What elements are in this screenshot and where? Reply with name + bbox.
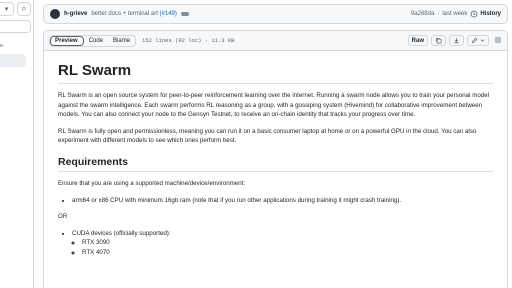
chevron-down-icon xyxy=(480,39,485,42)
commit-message[interactable]: better docs + terminal art (#149) xyxy=(91,11,177,17)
cuda-label: CUDA devices (officially supported): xyxy=(72,229,171,237)
pencil-icon xyxy=(471,37,478,44)
download-icon[interactable] xyxy=(449,35,464,46)
readme-paragraph: RL Swarm is an open source system for pe… xyxy=(58,92,490,119)
file-actions: Raw xyxy=(407,35,502,46)
requirements-heading: Requirements xyxy=(58,156,493,172)
readme-title: RL Swarm xyxy=(58,62,493,84)
branch-dropdown[interactable]: ▾ xyxy=(0,2,14,16)
tab-blame[interactable]: Blame xyxy=(108,36,135,46)
history-label: History xyxy=(480,11,501,17)
search-icon[interactable]: ⌕ xyxy=(17,2,31,16)
commit-time: last week xyxy=(442,11,468,17)
readme-paragraph: RL Swarm is fully open and permissionles… xyxy=(58,127,477,145)
history-icon xyxy=(470,10,478,18)
list-item: CUDA devices (officially supported): RTX… xyxy=(72,229,493,258)
or-text: OR xyxy=(58,213,68,221)
commit-separator: · xyxy=(437,11,440,17)
commit-meta: 9a268da · last week History xyxy=(411,10,501,18)
file-filter-input[interactable] xyxy=(0,20,31,33)
commit-hash[interactable]: 9a268da xyxy=(411,11,434,17)
requirements-list: arm64 or x86 CPU with minimum 16gb ram (… xyxy=(58,196,493,206)
history-button[interactable]: History xyxy=(470,10,501,18)
commit-message-text[interactable]: better docs + terminal art xyxy=(91,11,158,17)
readme-content: RL Swarm RL Swarm is an open source syst… xyxy=(44,51,507,275)
sidebar-text-fragment: e. xyxy=(0,43,5,49)
file-header: Preview Code Blame 152 lines (92 loc) · … xyxy=(44,31,507,51)
commit-author[interactable]: h-grieve xyxy=(64,11,87,17)
cuda-devices-list: RTX 3090 RTX 4070 xyxy=(72,238,493,257)
sidebar-selected-item[interactable] xyxy=(0,54,26,67)
tab-preview[interactable]: Preview xyxy=(50,35,84,46)
cuda-list: CUDA devices (officially supported): RTX… xyxy=(58,229,493,258)
raw-button[interactable]: Raw xyxy=(407,35,428,46)
avatar[interactable] xyxy=(50,9,60,19)
list-item: arm64 or x86 CPU with minimum 16gb ram (… xyxy=(72,196,493,206)
list-item: RTX 3090 xyxy=(82,238,493,248)
copy-icon[interactable] xyxy=(431,35,446,46)
tab-code[interactable]: Code xyxy=(84,36,108,46)
file-meta: 152 lines (92 loc) · 11.3 KB xyxy=(142,37,235,44)
list-item: RTX 4070 xyxy=(82,248,493,258)
requirements-intro: Ensure that you are using a supported ma… xyxy=(58,179,246,187)
file-tree-sidebar: ▾ ⌕ e. xyxy=(0,0,34,288)
view-mode-tabs: Preview Code Blame xyxy=(49,34,137,47)
list-icon[interactable] xyxy=(494,36,502,46)
latest-commit-bar: h-grieve better docs + terminal art (#14… xyxy=(43,4,508,24)
file-viewer: Preview Code Blame 152 lines (92 loc) · … xyxy=(43,30,508,288)
edit-button[interactable] xyxy=(467,35,489,46)
commit-pr-link[interactable]: (#149) xyxy=(160,11,177,17)
ellipsis-icon[interactable] xyxy=(180,12,189,16)
